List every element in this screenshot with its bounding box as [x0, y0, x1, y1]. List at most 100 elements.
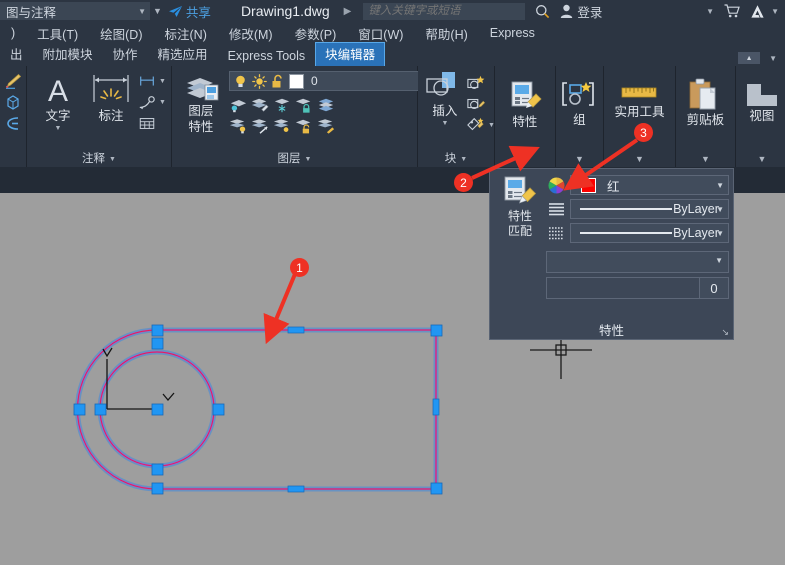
linetype-selector[interactable]: ByLayer ▼ [570, 199, 729, 219]
layer-off-icon[interactable] [229, 117, 247, 135]
panel-title-utilities[interactable]: ▼ [604, 152, 675, 167]
group-button[interactable]: 组 [555, 78, 603, 128]
text-button[interactable]: A 文字 ▼ [32, 70, 84, 132]
share-button[interactable]: 共享 [168, 2, 211, 21]
layer-properties-label-2: 特性 [188, 121, 213, 135]
edit-attribute-icon[interactable] [467, 116, 485, 134]
plotstyle-selector[interactable]: ▼ [546, 251, 729, 273]
chevron-down-icon[interactable]: ▼ [715, 256, 723, 265]
panel-title-clipboard[interactable]: ▼ [676, 152, 735, 167]
layer-isolate-icon[interactable] [229, 96, 247, 114]
ribbon-minimize-chevron-icon[interactable]: ▼ [769, 54, 777, 63]
layer-selector[interactable]: 0 ▼ [229, 71, 437, 91]
menu-item-help[interactable]: 帮助(H) [414, 24, 478, 43]
lineweight-selector[interactable]: ByLayer ▼ [570, 223, 729, 243]
menu-item-tools[interactable]: 工具(T) [26, 24, 89, 43]
autodesk-logo-icon[interactable] [750, 4, 765, 19]
leader-icon[interactable] [138, 93, 156, 111]
chevron-down-icon[interactable]: ▼ [716, 229, 724, 238]
tab-featured-apps[interactable]: 精选应用 [148, 42, 218, 66]
layer-match-icon[interactable] [251, 117, 269, 135]
layer-thaw-icon[interactable] [273, 117, 291, 135]
account-chevron-icon[interactable]: ▼ [706, 7, 714, 16]
insert-block-label: 插入 [432, 105, 457, 119]
layer-edit-icon[interactable] [251, 96, 269, 114]
grip-point [152, 464, 163, 475]
insert-block-button[interactable]: 插入 ▼ [423, 71, 467, 127]
panel-title-layers[interactable]: 图层 ▼ [172, 152, 417, 167]
cart-icon[interactable] [724, 4, 740, 18]
panel-expand-chevron-icon[interactable]: ▼ [757, 152, 766, 167]
tab-addins[interactable]: 附加模块 [33, 42, 103, 66]
menu-item-modify[interactable]: 修改(M) [218, 24, 284, 43]
lightbulb-on-icon[interactable] [233, 74, 248, 89]
match-properties-button[interactable]: 特性 匹配 [494, 173, 546, 319]
properties-panel-button[interactable]: 特性 [500, 78, 550, 130]
tab-collaborate[interactable]: 协作 [103, 42, 148, 66]
chevron-down-icon[interactable]: ▼ [441, 120, 448, 127]
qat-flyout-icon[interactable]: ▼ [153, 6, 162, 16]
edit-block-icon[interactable] [467, 95, 485, 113]
layer-merge-icon[interactable] [317, 96, 335, 114]
menu-item-express[interactable]: Express [479, 26, 546, 40]
panel-title-block[interactable]: 块 ▼ [418, 152, 494, 167]
search-icon[interactable] [535, 4, 550, 19]
layer-unlock-icon[interactable] [295, 117, 313, 135]
layer-previous-icon[interactable] [317, 117, 335, 135]
midpoint-grip [288, 486, 304, 492]
chevron-down-icon: ▼ [304, 152, 311, 167]
linetype-icon[interactable] [546, 200, 566, 218]
object-color-selector[interactable]: 红 ▼ [570, 175, 729, 195]
user-icon[interactable] [560, 4, 573, 18]
revision-cloud-icon[interactable] [4, 114, 22, 132]
panel-expand-chevron-icon[interactable]: ▼ [520, 152, 529, 167]
panel-expand-chevron-icon[interactable]: ▼ [635, 152, 644, 167]
block-3d-icon[interactable] [4, 93, 22, 111]
layer-lock-icon[interactable] [295, 96, 313, 114]
view-button[interactable]: 视图 [739, 80, 785, 124]
menu-item-0[interactable]: ) [0, 26, 26, 40]
transparency-value[interactable]: 0 [699, 277, 729, 299]
chevron-down-icon[interactable]: ▼ [55, 125, 62, 132]
chevron-down-icon[interactable]: ▼ [488, 122, 495, 129]
lineweight-icon[interactable] [546, 224, 566, 242]
panel-expand-chevron-icon[interactable]: ▼ [575, 152, 584, 167]
document-next-icon[interactable]: ▶ [344, 6, 352, 17]
layer-color-swatch[interactable] [289, 74, 304, 89]
panel-title-view[interactable]: ▼ [736, 152, 785, 167]
chevron-down-icon[interactable]: ▼ [159, 78, 166, 85]
ribbon-minimize-button[interactable]: ▲ [738, 52, 760, 64]
table-icon[interactable] [138, 114, 156, 132]
create-block-icon[interactable] [467, 74, 485, 92]
color-wheel-icon[interactable] [546, 176, 566, 194]
chevron-down-icon[interactable]: ▼ [716, 205, 724, 214]
menu-item-draw[interactable]: 绘图(D) [89, 24, 153, 43]
clipboard-button[interactable]: 剪贴板 [680, 76, 730, 128]
tab-block-editor[interactable]: 块编辑器 [315, 42, 385, 66]
layer-properties-button[interactable]: 图层 特性 [177, 69, 225, 135]
transparency-slider[interactable] [546, 277, 699, 299]
menu-item-window[interactable]: 窗口(W) [347, 24, 414, 43]
utilities-button[interactable]: 实用工具 [608, 80, 670, 120]
menu-item-parametric[interactable]: 参数(P) [284, 24, 348, 43]
layer-freeze-icon[interactable] [273, 96, 291, 114]
workspace-selector[interactable]: 图与注释 ▼ [0, 2, 150, 20]
tab-express-tools[interactable]: Express Tools [218, 47, 316, 66]
panel-title-properties[interactable]: ▼ [495, 152, 555, 167]
dimension-button[interactable]: 标注 [84, 70, 138, 124]
login-label[interactable]: 登录 [577, 2, 602, 21]
chevron-down-icon[interactable]: ▼ [159, 99, 166, 106]
panel-title-group[interactable]: ▼ [556, 152, 603, 167]
sun-icon[interactable] [252, 74, 267, 89]
menu-item-dimension[interactable]: 标注(N) [154, 24, 218, 43]
multileader-icon[interactable] [4, 72, 22, 90]
linear-dimension-icon[interactable] [138, 72, 156, 90]
titlebar-more-chevron-icon[interactable]: ▼ [771, 7, 779, 16]
unlock-icon[interactable] [271, 74, 285, 89]
tab-output[interactable]: 出 [0, 42, 33, 66]
chevron-down-icon[interactable]: ▼ [716, 181, 724, 190]
search-input[interactable] [363, 3, 525, 20]
panel-expand-chevron-icon[interactable]: ▼ [701, 152, 710, 167]
panel-title-annotation[interactable]: 注释 ▼ [27, 152, 171, 167]
dialog-launcher-icon[interactable]: ↘ [721, 327, 729, 338]
